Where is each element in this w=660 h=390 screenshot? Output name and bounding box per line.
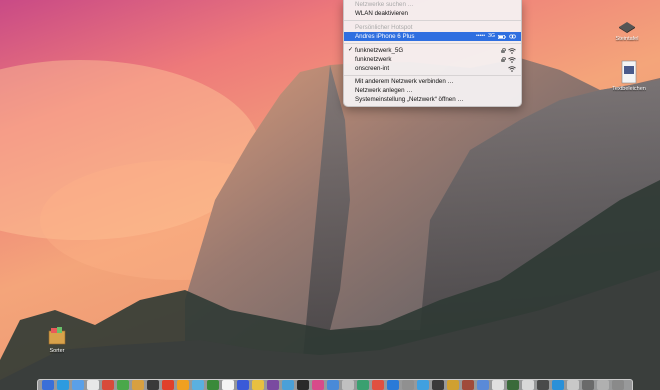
dock-app-icon[interactable] — [312, 380, 324, 390]
desktop-icon-textbeleichen[interactable]: Textbeleichen — [607, 60, 651, 92]
dock-app-icon[interactable] — [387, 380, 399, 390]
dock-app-icon[interactable] — [492, 380, 504, 390]
dock-app-icon[interactable] — [117, 380, 129, 390]
dock-app-icon[interactable] — [282, 380, 294, 390]
dock-app-icon[interactable] — [87, 380, 99, 390]
tablet-icon — [619, 22, 635, 33]
dock-app-icon[interactable] — [207, 380, 219, 390]
dock-app-icon[interactable] — [552, 380, 564, 390]
desktop-icon-label: Textbeleichen — [612, 86, 646, 92]
dock-app-icon[interactable] — [192, 380, 204, 390]
dock-app-icon[interactable] — [597, 380, 609, 390]
desktop-icon-label: Sorter — [49, 348, 65, 354]
menu-item-search-networks: Netzwerke suchen … — [355, 1, 414, 8]
desktop-icon-sorter[interactable]: Sorter — [40, 326, 74, 354]
dock-app-icon[interactable] — [177, 380, 189, 390]
menu-item-disable-wifi[interactable]: WLAN deaktivieren — [344, 9, 521, 18]
link-icon — [509, 34, 516, 39]
wifi-menu: Netzwerke suchen … WLAN deaktivieren Per… — [343, 0, 522, 107]
menu-item-create-network[interactable]: Netzwerk anlegen … — [344, 86, 521, 95]
desktop-icon-steintafel[interactable]: Steintafel — [607, 20, 647, 42]
dock-app-icon[interactable] — [147, 380, 159, 390]
menu-item-network[interactable]: ✓ funknetzwerk_5G — [344, 46, 521, 55]
menu-item-network[interactable]: onscreen-int — [344, 64, 521, 73]
menu-item-network[interactable]: funknetzwerk — [344, 55, 521, 64]
dock-app-icon[interactable] — [372, 380, 384, 390]
folder-icon — [48, 327, 66, 345]
checkmark-icon: ✓ — [348, 47, 354, 53]
menu-item-hotspot[interactable]: Andres iPhone 6 Plus ••••• 3G — [344, 32, 521, 41]
lock-icon — [501, 56, 506, 62]
dock-app-icon[interactable] — [237, 380, 249, 390]
network-type-label: 3G — [488, 33, 495, 39]
desktop-icon-label: Steintafel — [615, 36, 639, 42]
dock-app-icon[interactable] — [447, 380, 459, 390]
dock-app-icon[interactable] — [222, 380, 234, 390]
dock-app-icon[interactable] — [507, 380, 519, 390]
dock-app-icon[interactable] — [72, 380, 84, 390]
dock-app-icon[interactable] — [567, 380, 579, 390]
dock-app-icon[interactable] — [57, 380, 69, 390]
dock-app-icon[interactable] — [537, 380, 549, 390]
dock — [37, 379, 633, 390]
document-icon — [621, 60, 637, 84]
dock-app-icon[interactable] — [462, 380, 474, 390]
dock-app-icon[interactable] — [522, 380, 534, 390]
menu-separator — [344, 75, 521, 76]
wifi-signal-icon — [508, 56, 516, 63]
dock-app-icon[interactable] — [342, 380, 354, 390]
dock-app-icon[interactable] — [102, 380, 114, 390]
dock-app-icon[interactable] — [417, 380, 429, 390]
dock-app-icon[interactable] — [297, 380, 309, 390]
dock-app-icon[interactable] — [612, 380, 624, 390]
dock-app-icon[interactable] — [252, 380, 264, 390]
menu-item-open-network-prefs[interactable]: Systemeinstellung „Netzwerk“ öffnen … — [344, 95, 521, 104]
dock-app-icon[interactable] — [132, 380, 144, 390]
dock-app-icon[interactable] — [582, 380, 594, 390]
signal-dots: ••••• — [475, 33, 486, 39]
menu-item-connect-other[interactable]: Mit anderem Netzwerk verbinden … — [344, 77, 521, 86]
dock-app-icon[interactable] — [357, 380, 369, 390]
desktop-wallpaper — [0, 0, 660, 390]
dock-app-icon[interactable] — [477, 380, 489, 390]
dock-app-icon[interactable] — [327, 380, 339, 390]
battery-icon — [498, 34, 506, 39]
dock-app-icon[interactable] — [402, 380, 414, 390]
lock-icon — [501, 47, 506, 53]
dock-app-icon[interactable] — [42, 380, 54, 390]
wifi-signal-icon — [508, 47, 516, 54]
menu-separator — [344, 20, 521, 21]
dock-app-icon[interactable] — [432, 380, 444, 390]
menu-separator — [344, 43, 521, 44]
dock-app-icon[interactable] — [267, 380, 279, 390]
dock-app-icon[interactable] — [162, 380, 174, 390]
menu-header-hotspot: Persönlicher Hotspot — [355, 24, 413, 31]
wifi-signal-icon — [508, 65, 516, 72]
